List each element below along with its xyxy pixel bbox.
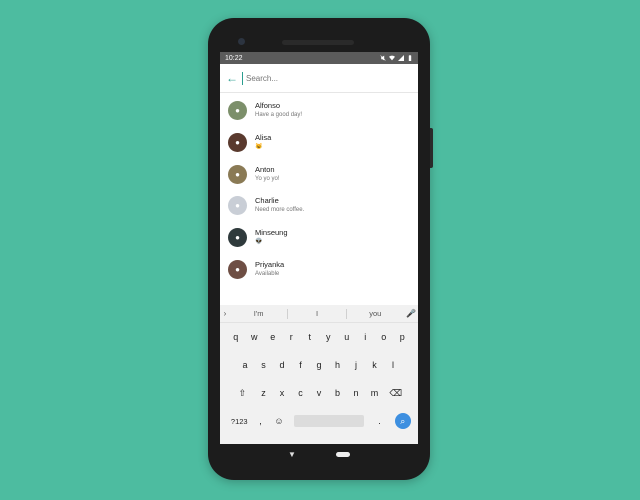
- keyboard: › I'm I you 🎤 q w e r t y u i o p a s d …: [220, 305, 418, 444]
- key[interactable]: u: [338, 332, 357, 342]
- key[interactable]: r: [282, 332, 301, 342]
- key-row-3: ⇧ z x c v b n m ⌫: [220, 379, 418, 407]
- key[interactable]: t: [301, 332, 320, 342]
- status-time: 10:22: [225, 54, 243, 62]
- key-row-1: q w e r t y u i o p: [220, 323, 418, 351]
- key[interactable]: h: [328, 360, 347, 370]
- key[interactable]: w: [245, 332, 264, 342]
- key[interactable]: n: [347, 388, 366, 398]
- avatar: ●: [228, 101, 247, 121]
- suggestion-strip: › I'm I you 🎤: [220, 305, 418, 323]
- contact-message: Need more coffee.: [255, 207, 305, 214]
- contact-message: Available: [255, 270, 280, 277]
- backspace-icon[interactable]: ⌫: [384, 388, 408, 399]
- key[interactable]: b: [328, 388, 347, 398]
- contact-name: Alisa: [255, 133, 272, 143]
- key[interactable]: d: [273, 360, 292, 370]
- front-camera: [238, 38, 245, 45]
- contact-row[interactable]: ● Anton Yo yo yo!: [220, 158, 418, 190]
- shift-icon[interactable]: ⇧: [230, 388, 254, 399]
- contact-name: Priyanka: [255, 259, 285, 269]
- emoji-icon[interactable]: ☺: [270, 416, 289, 426]
- back-arrow-icon[interactable]: ←: [226, 71, 242, 85]
- key[interactable]: c: [291, 388, 310, 398]
- key[interactable]: a: [236, 360, 255, 370]
- contact-name: Alfonso: [255, 101, 281, 111]
- navigation-bar: ▼: [220, 444, 418, 464]
- key[interactable]: g: [310, 360, 329, 370]
- key[interactable]: l: [384, 360, 403, 370]
- battery-icon: [408, 55, 412, 61]
- symbols-key[interactable]: ?123: [227, 417, 251, 426]
- wifi-icon: [389, 55, 395, 61]
- key[interactable]: x: [273, 388, 292, 398]
- key[interactable]: j: [347, 360, 366, 370]
- avatar: ●: [228, 133, 247, 153]
- key[interactable]: k: [365, 360, 384, 370]
- contact-row[interactable]: ● Alfonso Have a good day!: [220, 95, 418, 127]
- key[interactable]: q: [227, 332, 246, 342]
- contact-list: ● Alfonso Have a good day! ● Alisa 😺 ● A…: [220, 93, 418, 285]
- nav-back-icon[interactable]: ▼: [288, 450, 296, 459]
- key[interactable]: y: [319, 332, 338, 342]
- key-row-4: ?123 , ☺ . ⌕: [220, 407, 418, 435]
- chevron-right-icon[interactable]: ›: [220, 309, 230, 318]
- avatar: ●: [228, 259, 247, 279]
- contact-message: 😺: [255, 144, 263, 151]
- avatar: ●: [228, 228, 247, 248]
- key[interactable]: v: [310, 388, 329, 398]
- key[interactable]: o: [375, 332, 394, 342]
- contact-row[interactable]: ● Minseung 👽: [220, 222, 418, 254]
- key[interactable]: f: [291, 360, 310, 370]
- key[interactable]: m: [365, 388, 384, 398]
- contact-name: Anton: [255, 164, 275, 174]
- key[interactable]: s: [254, 360, 273, 370]
- key[interactable]: i: [356, 332, 375, 342]
- contact-message: Yo yo yo!: [255, 175, 280, 182]
- contact-message: 👽: [255, 239, 263, 246]
- key[interactable]: e: [264, 332, 283, 342]
- key[interactable]: z: [254, 388, 273, 398]
- period-key[interactable]: .: [370, 416, 389, 426]
- suggestion[interactable]: I: [288, 309, 345, 318]
- status-bar: 10:22: [220, 52, 418, 64]
- nav-home-icon[interactable]: [335, 451, 350, 457]
- key[interactable]: p: [393, 332, 412, 342]
- suggestion[interactable]: I'm: [230, 309, 287, 318]
- mic-icon[interactable]: 🎤: [404, 309, 418, 318]
- suggestion[interactable]: you: [347, 309, 404, 318]
- mute-icon: [380, 55, 386, 61]
- earpiece-speaker: [282, 40, 354, 45]
- contact-row[interactable]: ● Alisa 😺: [220, 127, 418, 159]
- space-bar[interactable]: [294, 415, 365, 427]
- search-icon[interactable]: ⌕: [394, 413, 411, 429]
- contact-row[interactable]: ● Charlie Need more coffee.: [220, 190, 418, 222]
- signal-icon: [398, 55, 404, 61]
- avatar: ●: [228, 164, 247, 184]
- contact-row[interactable]: ● Priyanka Available: [220, 253, 418, 285]
- comma-key[interactable]: ,: [251, 416, 270, 426]
- contact-name: Minseung: [255, 228, 288, 238]
- contact-name: Charlie: [255, 196, 279, 206]
- key-row-2: a s d f g h j k l: [220, 351, 418, 379]
- contact-message: Have a good day!: [255, 112, 303, 119]
- search-bar: ←: [220, 64, 418, 93]
- avatar: ●: [228, 196, 247, 216]
- search-input[interactable]: [242, 71, 398, 85]
- screen: 10:22 ← ● Alfonso Have a good day! ●: [220, 52, 418, 444]
- phone-frame: 10:22 ← ● Alfonso Have a good day! ●: [208, 18, 433, 480]
